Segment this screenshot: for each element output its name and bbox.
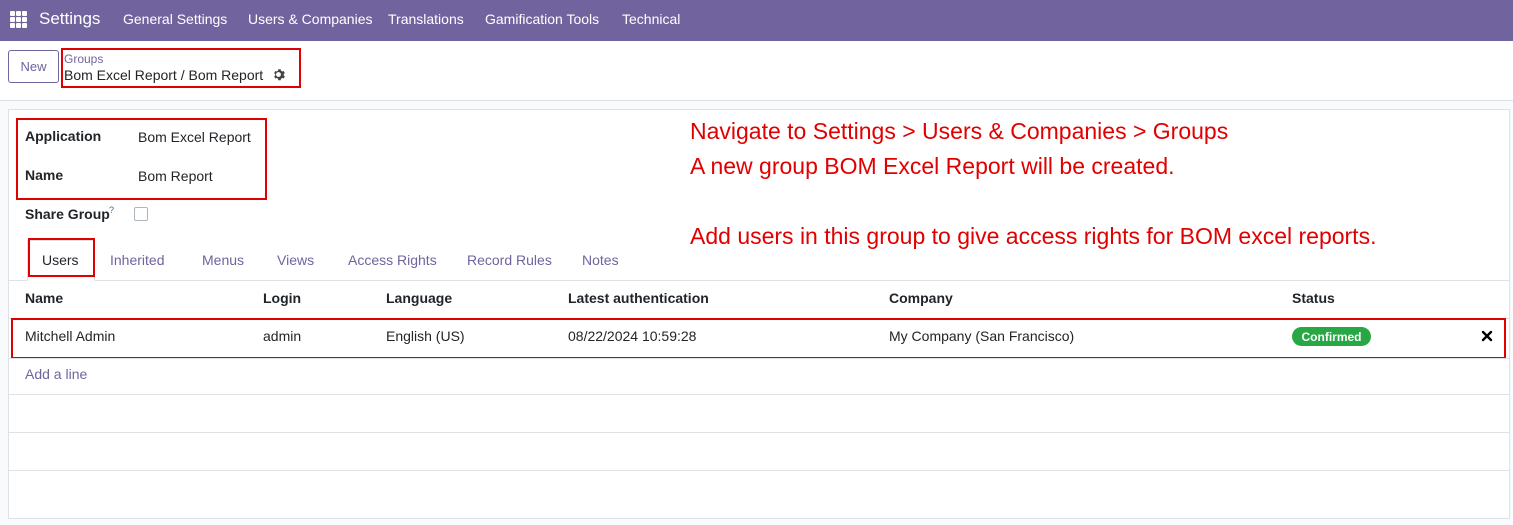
annotation-line-3: Add users in this group to give access r… [690,223,1377,249]
row-divider [9,358,1509,359]
cell-latest-auth: 08/22/2024 10:59:28 [568,328,697,344]
menu-users-companies[interactable]: Users & Companies [248,11,373,27]
app-name[interactable]: Settings [39,9,100,29]
tab-notes[interactable]: Notes [582,252,619,268]
tab-menus[interactable]: Menus [202,252,244,268]
cell-name: Mitchell Admin [25,328,116,344]
header-divider [9,318,1509,319]
empty-row-divider [9,394,1509,395]
application-label: Application [25,128,102,144]
top-navbar: Settings General Settings Users & Compan… [0,0,1513,41]
empty-row-divider [9,470,1509,471]
breadcrumb-groups-link[interactable]: Groups [64,52,103,66]
menu-general-settings[interactable]: General Settings [123,11,227,27]
column-header-company[interactable]: Company [889,290,953,306]
control-panel: New Groups Bom Excel Report / Bom Report [0,41,1513,101]
new-button[interactable]: New [8,50,59,83]
tabs-divider [9,280,1509,281]
cell-login: admin [263,328,302,344]
tab-inherited[interactable]: Inherited [110,252,164,268]
menu-translations[interactable]: Translations [388,11,464,27]
help-tooltip-icon[interactable]: ? [109,205,114,215]
application-field[interactable]: Bom Excel Report [138,129,251,145]
status-badge: Confirmed [1292,327,1371,346]
cell-language: English (US) [386,328,465,344]
column-header-login[interactable]: Login [263,290,301,306]
tab-users[interactable]: Users [42,252,79,268]
name-label: Name [25,167,64,183]
share-group-checkbox[interactable] [134,207,148,221]
column-header-status[interactable]: Status [1292,290,1335,306]
empty-row-divider [9,432,1509,433]
menu-gamification-tools[interactable]: Gamification Tools [485,11,599,27]
tab-access-rights[interactable]: Access Rights [348,252,437,268]
apps-grid-icon[interactable] [10,11,27,28]
tab-views[interactable]: Views [277,252,314,268]
gear-icon[interactable] [272,68,285,81]
menu-technical[interactable]: Technical [622,11,680,27]
share-group-label: Share Group [25,206,110,222]
add-line-link[interactable]: Add a line [25,366,87,382]
annotation-line-1: Navigate to Settings > Users & Companies… [690,118,1229,144]
column-header-language[interactable]: Language [386,290,452,306]
tab-record-rules[interactable]: Record Rules [467,252,552,268]
cell-company: My Company (San Francisco) [889,328,1075,344]
annotation-line-2: A new group BOM Excel Report will be cre… [690,153,1175,179]
breadcrumb-current: Bom Excel Report / Bom Report [64,67,264,83]
column-header-name[interactable]: Name [25,290,63,306]
column-header-latest-authentication[interactable]: Latest authentication [568,290,709,306]
delete-row-icon[interactable] [1481,330,1493,342]
name-field[interactable]: Bom Report [138,168,213,184]
